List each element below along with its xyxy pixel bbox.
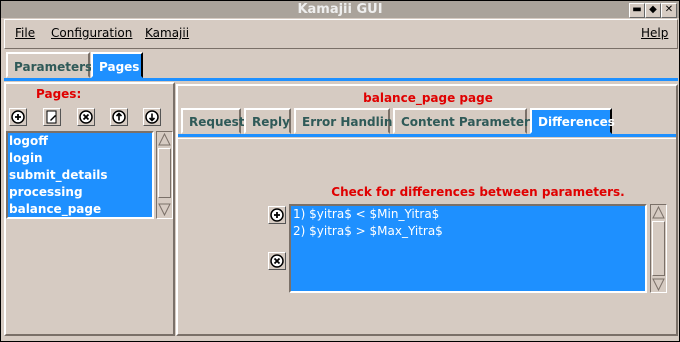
- pages-list[interactable]: logoff login submit_details processing b…: [6, 131, 154, 219]
- differences-scrollbar[interactable]: [650, 204, 667, 293]
- move-up-button[interactable]: [110, 108, 128, 126]
- menu-configuration[interactable]: Configuration: [51, 26, 132, 40]
- list-item[interactable]: processing: [8, 184, 152, 201]
- menu-kamajii[interactable]: Kamajii: [145, 26, 189, 40]
- tab-reply[interactable]: Reply: [244, 108, 291, 134]
- minimize-button[interactable]: ▬: [629, 3, 645, 18]
- tab-underline: [4, 78, 678, 81]
- page-tab-bar: Request Reply Error Handling Content Par…: [180, 108, 676, 136]
- arrow-down-icon: [145, 110, 159, 124]
- add-icon: [11, 110, 25, 124]
- delete-page-button[interactable]: [77, 108, 95, 126]
- scroll-thumb[interactable]: [652, 221, 665, 276]
- scroll-up-icon[interactable]: [652, 206, 665, 219]
- window-title: Kamajii GUI: [297, 2, 383, 17]
- maximize-icon: ◆: [649, 4, 657, 15]
- delete-icon: [270, 254, 284, 268]
- menu-file[interactable]: File: [15, 26, 35, 40]
- close-button[interactable]: ✕: [661, 3, 677, 18]
- tab-error-handling[interactable]: Error Handling: [294, 108, 401, 134]
- page-panel-title: balance_page page: [363, 91, 493, 105]
- scroll-down-icon[interactable]: [158, 203, 171, 216]
- title-bar[interactable]: Kamajii GUI ▬ ◆ ✕: [1, 1, 679, 18]
- edit-icon: [46, 110, 57, 124]
- minimize-icon: ▬: [632, 4, 642, 15]
- add-page-button[interactable]: [9, 108, 27, 126]
- tab-parameters[interactable]: Parameters: [6, 52, 92, 78]
- list-item[interactable]: login: [8, 150, 152, 167]
- list-item[interactable]: 2) $yitra$ > $Max_Yitra$: [291, 223, 645, 240]
- list-item[interactable]: logoff: [8, 133, 152, 150]
- pages-scrollbar[interactable]: [156, 131, 173, 219]
- page-tab-underline: [178, 134, 676, 137]
- add-difference-button[interactable]: [268, 206, 286, 224]
- menu-bar: File Configuration Kamajii Help: [4, 19, 678, 49]
- scroll-up-icon[interactable]: [158, 133, 171, 146]
- close-icon: ✕: [664, 4, 674, 15]
- maximize-button[interactable]: ◆: [645, 3, 661, 18]
- delete-difference-button[interactable]: [268, 252, 286, 270]
- arrow-up-icon: [112, 110, 126, 124]
- differences-list[interactable]: 1) $yitra$ < $Min_Yitra$ 2) $yitra$ > $M…: [289, 204, 647, 293]
- delete-icon: [79, 110, 93, 124]
- list-item[interactable]: 1) $yitra$ < $Min_Yitra$: [291, 206, 645, 223]
- pages-label: Pages:: [36, 87, 82, 101]
- list-item[interactable]: balance_page: [8, 201, 152, 218]
- divider: [178, 138, 676, 139]
- scroll-thumb[interactable]: [158, 148, 171, 198]
- tab-pages[interactable]: Pages: [91, 52, 143, 78]
- tab-request[interactable]: Request: [181, 108, 245, 134]
- menu-help[interactable]: Help: [641, 26, 668, 40]
- move-down-button[interactable]: [143, 108, 161, 126]
- tab-content-parameters[interactable]: Content Parameters: [393, 108, 537, 134]
- tab-differences[interactable]: Differences: [530, 108, 615, 134]
- edit-page-button[interactable]: [43, 108, 61, 126]
- add-icon: [270, 208, 284, 222]
- differences-label: Check for differences between parameters…: [331, 185, 625, 199]
- list-item[interactable]: submit_details: [8, 167, 152, 184]
- scroll-down-icon[interactable]: [652, 278, 665, 291]
